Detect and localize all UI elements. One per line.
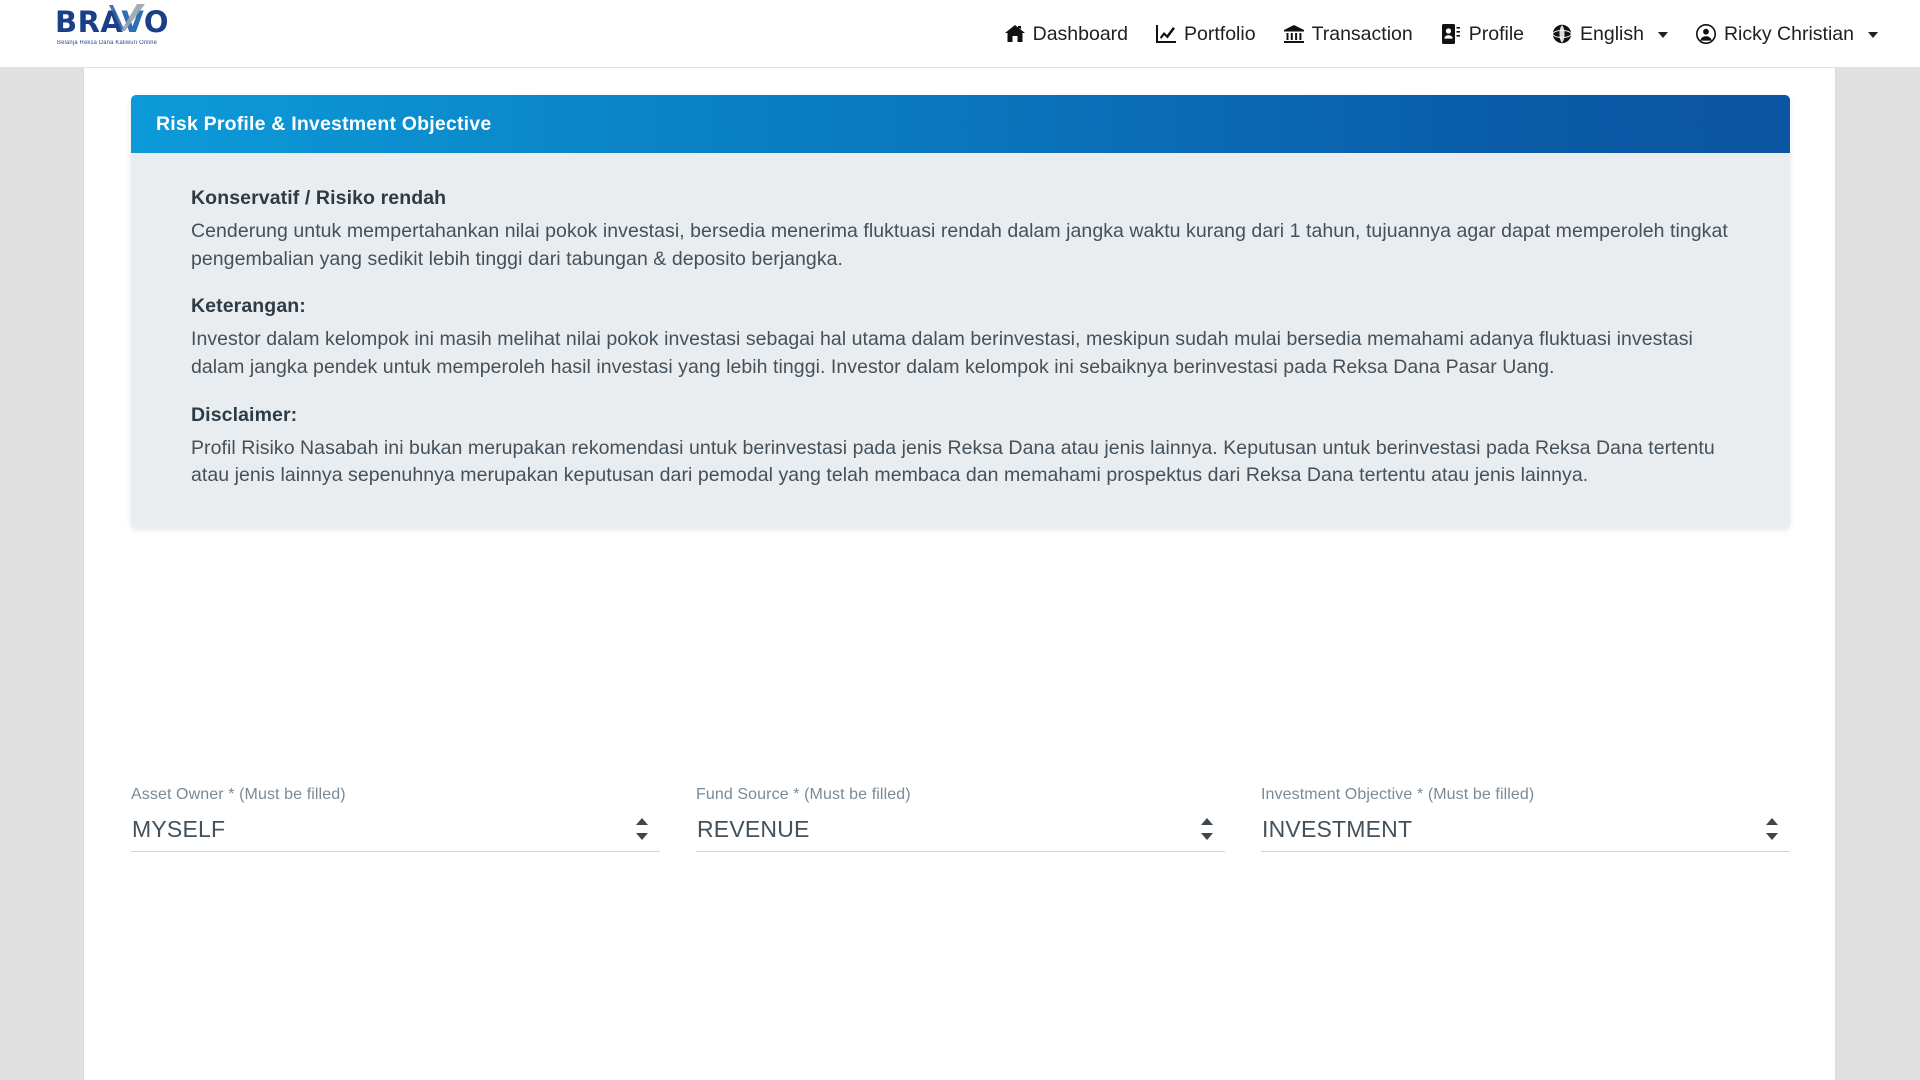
select-stepper-icon [1201, 818, 1213, 840]
select-value-investment-objective: INVESTMENT [1261, 812, 1790, 846]
section-keterangan: Keterangan: Investor dalam kelompok ini … [191, 295, 1760, 381]
nav-label-language: English [1580, 23, 1644, 46]
brand-text-o: O [144, 5, 169, 39]
brand-text-v: V [121, 5, 143, 39]
risk-profile-card: Risk Profile & Investment Objective Kons… [131, 95, 1790, 528]
section-disclaimer: Disclaimer: Profil Risiko Nasabah ini bu… [191, 404, 1760, 490]
select-stepper-icon [636, 818, 648, 840]
bank-icon [1284, 24, 1304, 44]
label-investment-objective: Investment Objective * (Must be filled) [1261, 786, 1790, 804]
id-card-icon [1441, 24, 1461, 44]
brand-text-bra: BRA [55, 5, 121, 39]
brand-tagline: Belanja Reksa Dana Kaliwuri Online [57, 40, 157, 46]
nav-item-dashboard[interactable]: Dashboard [991, 0, 1142, 68]
chevron-down-icon [1868, 32, 1878, 38]
page-frame: Risk Profile & Investment Objective Kons… [0, 68, 1920, 1080]
nav-label-username: Ricky Christian [1724, 23, 1854, 46]
form-row: Asset Owner * (Must be filled) MYSELF Fu… [131, 786, 1790, 852]
user-circle-icon [1696, 24, 1716, 44]
nav-item-portfolio[interactable]: Portfolio [1142, 0, 1270, 68]
select-fund-source[interactable]: REVENUE [696, 812, 1225, 852]
select-value-asset-owner: MYSELF [131, 812, 660, 846]
form-group-investment-objective: Investment Objective * (Must be filled) … [1261, 786, 1790, 852]
top-navbar: BRAVO Belanja Reksa Dana Kaliwuri Online… [0, 0, 1920, 68]
nav-label-transaction: Transaction [1312, 23, 1413, 46]
section-title: Disclaimer: [191, 404, 1760, 427]
section-title: Keterangan: [191, 295, 1760, 318]
nav-item-language[interactable]: English [1538, 0, 1682, 68]
nav-label-dashboard: Dashboard [1033, 23, 1128, 46]
section-risk-profile: Konservatif / Risiko rendah Cenderung un… [191, 187, 1760, 273]
nav-label-profile: Profile [1469, 23, 1524, 46]
label-fund-source: Fund Source * (Must be filled) [696, 786, 1225, 804]
brand-logo[interactable]: BRAVO Belanja Reksa Dana Kaliwuri Online [55, 8, 169, 46]
section-text: Profil Risiko Nasabah ini bukan merupaka… [191, 435, 1751, 490]
chevron-down-icon [1658, 32, 1668, 38]
card-header: Risk Profile & Investment Objective [131, 95, 1790, 153]
card-title: Risk Profile & Investment Objective [156, 113, 491, 136]
form-group-asset-owner: Asset Owner * (Must be filled) MYSELF [131, 786, 660, 852]
select-stepper-icon [1766, 818, 1778, 840]
content-surface: Risk Profile & Investment Objective Kons… [83, 68, 1836, 1080]
section-text: Cenderung untuk mempertahankan nilai pok… [191, 218, 1751, 273]
section-text: Investor dalam kelompok ini masih meliha… [191, 326, 1751, 381]
form-group-fund-source: Fund Source * (Must be filled) REVENUE [696, 786, 1225, 852]
nav-item-transaction[interactable]: Transaction [1270, 0, 1427, 68]
brand-wordmark: BRAVO [55, 8, 169, 37]
home-icon [1005, 24, 1025, 44]
card-body: Konservatif / Risiko rendah Cenderung un… [131, 153, 1790, 528]
chart-line-icon [1156, 24, 1176, 44]
section-title: Konservatif / Risiko rendah [191, 187, 1760, 210]
nav-item-profile[interactable]: Profile [1427, 0, 1538, 68]
label-asset-owner: Asset Owner * (Must be filled) [131, 786, 660, 804]
nav-label-portfolio: Portfolio [1184, 23, 1256, 46]
select-investment-objective[interactable]: INVESTMENT [1261, 812, 1790, 852]
nav-item-user-menu[interactable]: Ricky Christian [1682, 0, 1892, 68]
select-asset-owner[interactable]: MYSELF [131, 812, 660, 852]
select-value-fund-source: REVENUE [696, 812, 1225, 846]
navbar-links: Dashboard Portfolio Transaction Profile [991, 0, 1892, 68]
globe-icon [1552, 24, 1572, 44]
